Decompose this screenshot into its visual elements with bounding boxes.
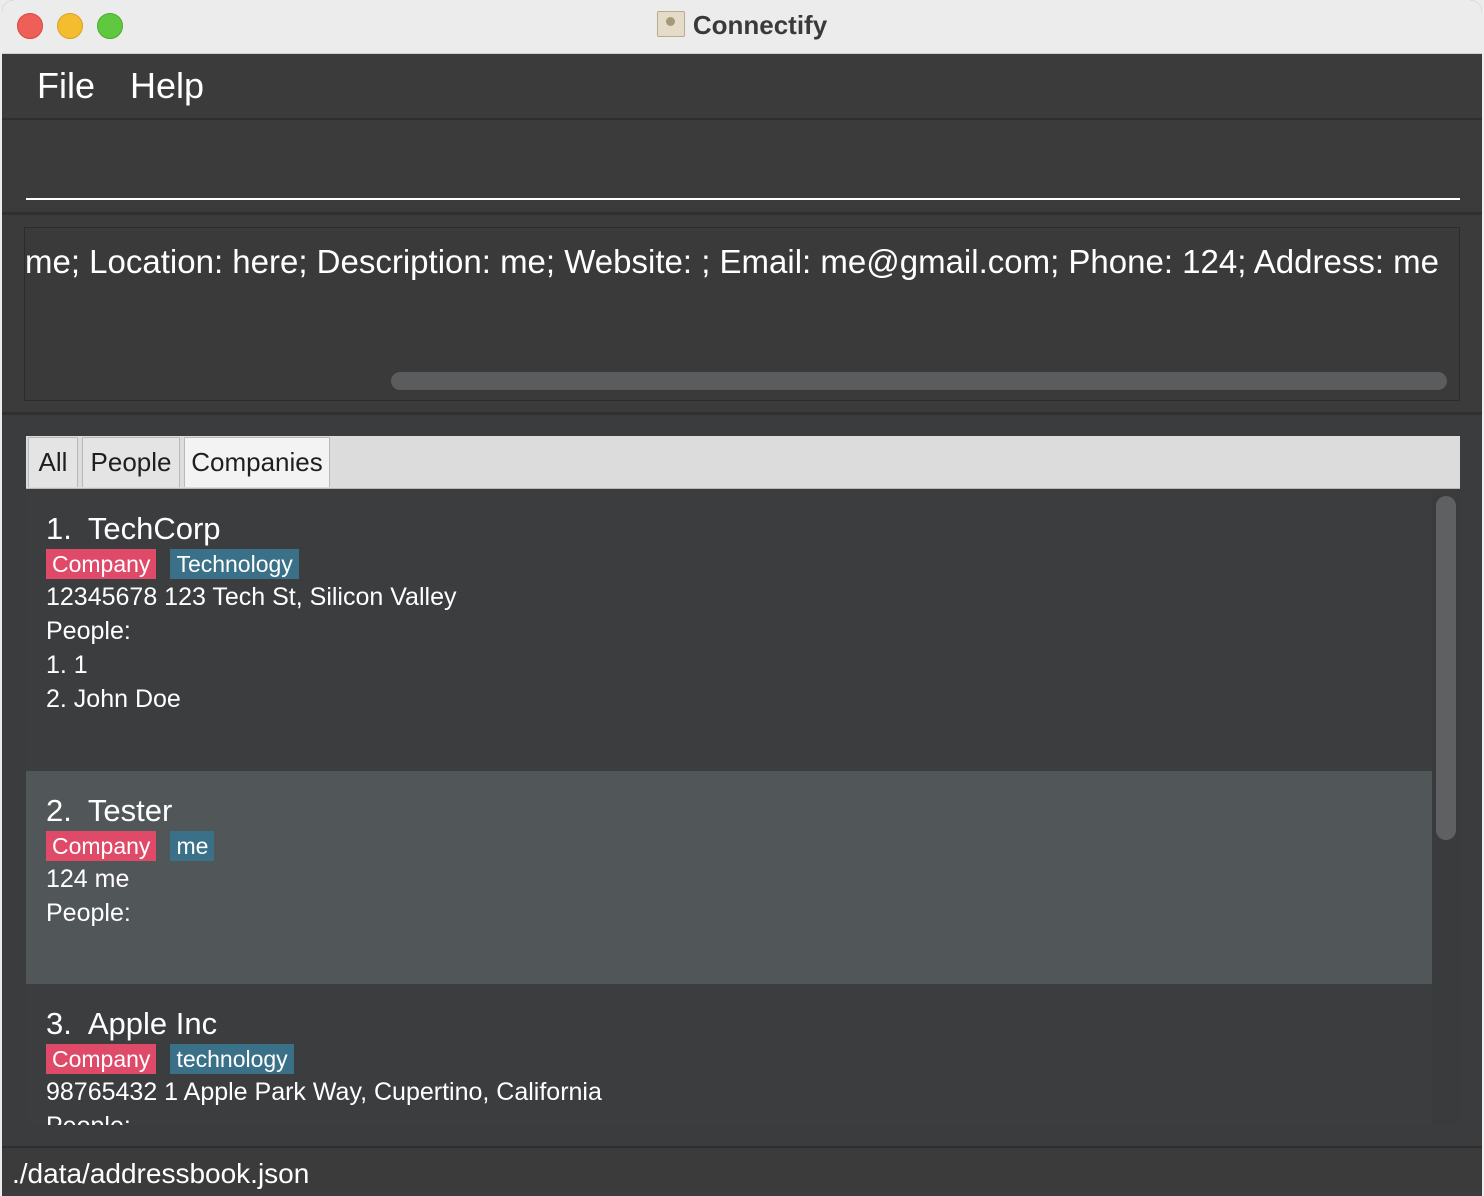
company-index: 3. <box>46 1006 72 1041</box>
company-list[interactable]: 1. TechCorp Company Technology 12345678 12… <box>26 489 1432 1125</box>
company-tags: Company me <box>46 831 228 861</box>
company-name-line: 2. Tester <box>46 793 172 829</box>
command-input[interactable] <box>26 138 1460 200</box>
window-title: Connectify <box>692 10 828 40</box>
data-file-path: ./data/addressbook.json <box>12 1158 310 1189</box>
status-bar: ./data/addressbook.json <box>2 1146 1482 1196</box>
list-scroll-thumb[interactable] <box>1436 496 1456 840</box>
company-name-line: 1. TechCorp <box>46 511 221 547</box>
tab-companies[interactable]: Companies <box>184 437 330 487</box>
company-index: 2. <box>46 793 72 828</box>
company-card[interactable]: 3. Apple Inc Company technology 98765432 1… <box>26 984 1432 1125</box>
company-type-tag: Company <box>46 1044 157 1074</box>
command-box-area <box>2 120 1482 215</box>
tab-all[interactable]: All <box>28 437 78 487</box>
company-name: TechCorp <box>87 511 221 546</box>
company-details: 12345678 123 Tech St, Silicon Valley <box>46 583 457 611</box>
menu-bar: File Help <box>2 54 1482 120</box>
address-book-icon <box>656 11 685 37</box>
company-name: Tester <box>87 793 173 828</box>
company-tags: Company Technology <box>46 549 313 579</box>
people-label: People: <box>46 899 131 927</box>
people-label: People: <box>46 617 131 645</box>
company-tags: Company technology <box>46 1044 308 1074</box>
industry-tag: technology <box>170 1044 294 1074</box>
company-details: 124 me <box>46 865 130 893</box>
company-card[interactable]: 2. Tester Company me 124 me People: <box>26 771 1432 984</box>
company-details: 98765432 1 Apple Park Way, Cupertino, Ca… <box>46 1078 602 1106</box>
company-name: Apple Inc <box>87 1006 218 1041</box>
industry-tag: Technology <box>170 549 299 579</box>
industry-tag: me <box>170 831 215 861</box>
menu-help[interactable]: Help <box>130 66 204 106</box>
result-display[interactable]: :ry: me; Location: here; Description: me… <box>24 227 1460 401</box>
person-entry: 2. John Doe <box>46 685 181 713</box>
company-name-line: 3. Apple Inc <box>46 1006 217 1042</box>
company-type-tag: Company <box>46 831 157 861</box>
company-index: 1. <box>46 511 72 546</box>
company-card[interactable]: 1. TechCorp Company Technology 12345678 12… <box>26 489 1432 771</box>
people-label: People: <box>46 1110 131 1125</box>
result-horizontal-scrollbar[interactable] <box>391 372 1447 390</box>
window-title-container: Connectify <box>2 9 1482 41</box>
menu-file[interactable]: File <box>37 66 95 106</box>
result-message: :ry: me; Location: here; Description: me… <box>24 243 1439 280</box>
tab-bar: All People Companies <box>26 436 1460 489</box>
company-type-tag: Company <box>46 549 157 579</box>
tab-people[interactable]: People <box>82 437 180 487</box>
result-display-area: :ry: me; Location: here; Description: me… <box>2 215 1482 415</box>
app-window: Connectify File Help :ry: me; Location: … <box>2 0 1482 1196</box>
person-entry: 1. 1 <box>46 651 88 679</box>
title-bar: Connectify <box>2 0 1482 54</box>
